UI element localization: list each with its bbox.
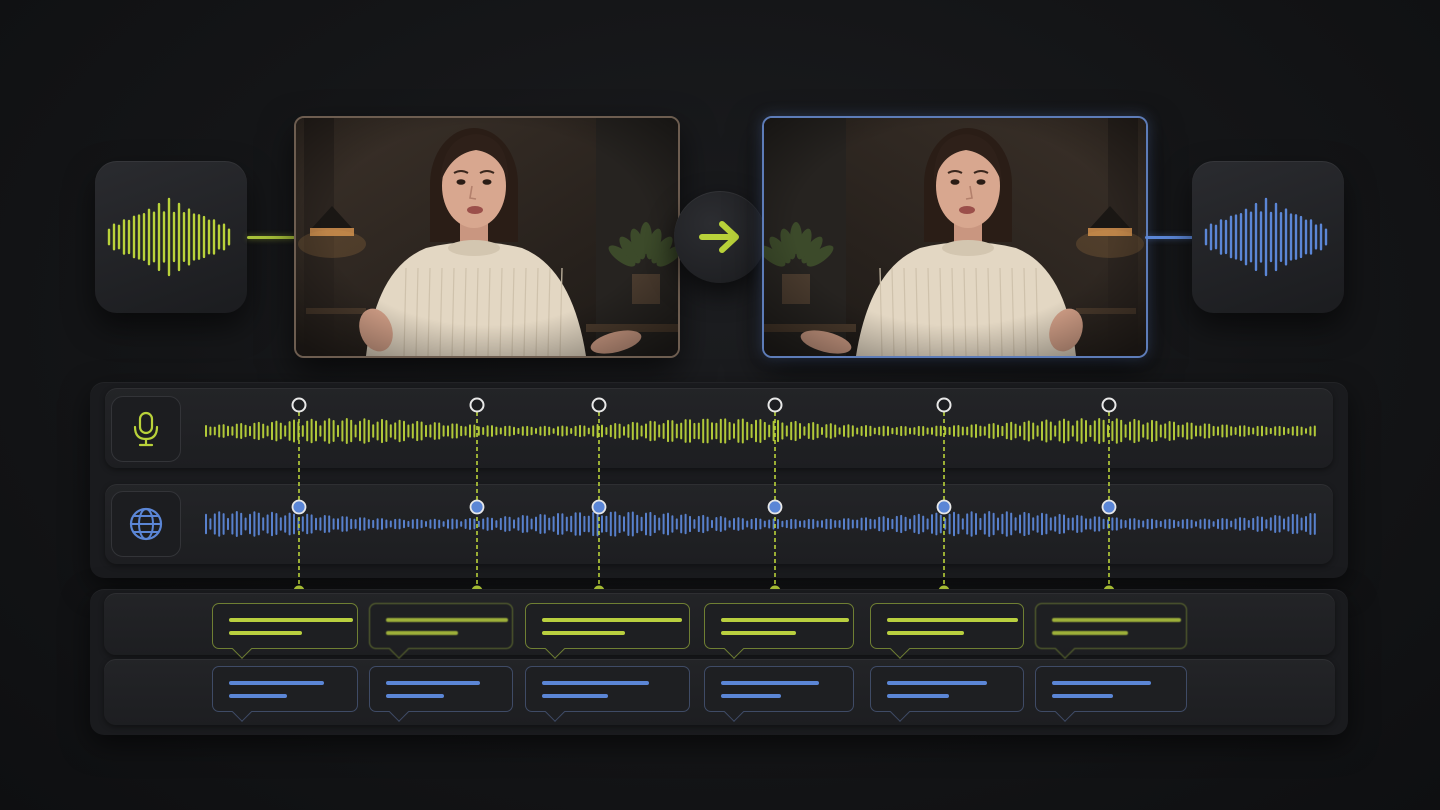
source-caption-bubble[interactable]	[212, 603, 358, 659]
caption-text-line	[887, 681, 987, 685]
caption-text-line	[721, 681, 819, 685]
translated-waveform-icon	[1204, 197, 1328, 277]
source-caption-bubble[interactable]	[525, 603, 690, 659]
caption-text-line	[386, 694, 444, 698]
source-audio-card[interactable]	[95, 161, 247, 313]
source-caption-bubble[interactable]	[1035, 603, 1187, 659]
caption-text-line	[542, 694, 608, 698]
source-waveform-icon	[107, 197, 231, 277]
caption-text-line	[721, 618, 849, 622]
translated-caption-bubble[interactable]	[525, 666, 690, 722]
caption-text-line	[721, 694, 781, 698]
caption-text-line	[386, 631, 458, 635]
caption-text-line	[386, 681, 480, 685]
translated-caption-bubble[interactable]	[212, 666, 358, 722]
caption-text-line	[1052, 618, 1181, 622]
translate-arrow-button[interactable]	[674, 191, 766, 283]
arrow-right-icon	[699, 221, 739, 253]
caption-text-line	[229, 694, 287, 698]
microphone-icon	[133, 411, 159, 447]
translated-caption-bubble[interactable]	[1035, 666, 1187, 722]
caption-text-line	[887, 618, 1018, 622]
caption-text-line	[542, 681, 649, 685]
caption-text-line	[1052, 631, 1128, 635]
translated-audio-card[interactable]	[1192, 161, 1344, 313]
speaker-image	[764, 118, 1146, 356]
caption-text-line	[386, 618, 508, 622]
caption-text-line	[542, 631, 625, 635]
translated-caption-bubble[interactable]	[704, 666, 854, 722]
caption-text-line	[1052, 694, 1113, 698]
target-track-button[interactable]	[111, 491, 181, 557]
caption-text-line	[721, 631, 796, 635]
caption-text-line	[887, 694, 949, 698]
source-caption-bubble[interactable]	[369, 603, 513, 659]
source-audio-track[interactable]	[105, 388, 1333, 468]
source-caption-bubble[interactable]	[704, 603, 854, 659]
caption-text-line	[1052, 681, 1151, 685]
translated-caption-bubble[interactable]	[870, 666, 1024, 722]
target-connector	[1145, 236, 1193, 239]
caption-text-line	[542, 618, 682, 622]
source-caption-bubble[interactable]	[870, 603, 1024, 659]
speaker-image	[296, 118, 678, 356]
source-track-button[interactable]	[111, 396, 181, 462]
translated-audio-track[interactable]	[105, 484, 1333, 564]
caption-text-line	[887, 631, 964, 635]
source-video-frame[interactable]	[294, 116, 680, 358]
translated-video-frame[interactable]	[762, 116, 1148, 358]
caption-text-line	[229, 618, 353, 622]
caption-text-line	[229, 631, 302, 635]
globe-icon	[129, 507, 163, 541]
source-connector	[247, 236, 295, 239]
caption-text-line	[229, 681, 324, 685]
translated-caption-bubble[interactable]	[369, 666, 513, 722]
